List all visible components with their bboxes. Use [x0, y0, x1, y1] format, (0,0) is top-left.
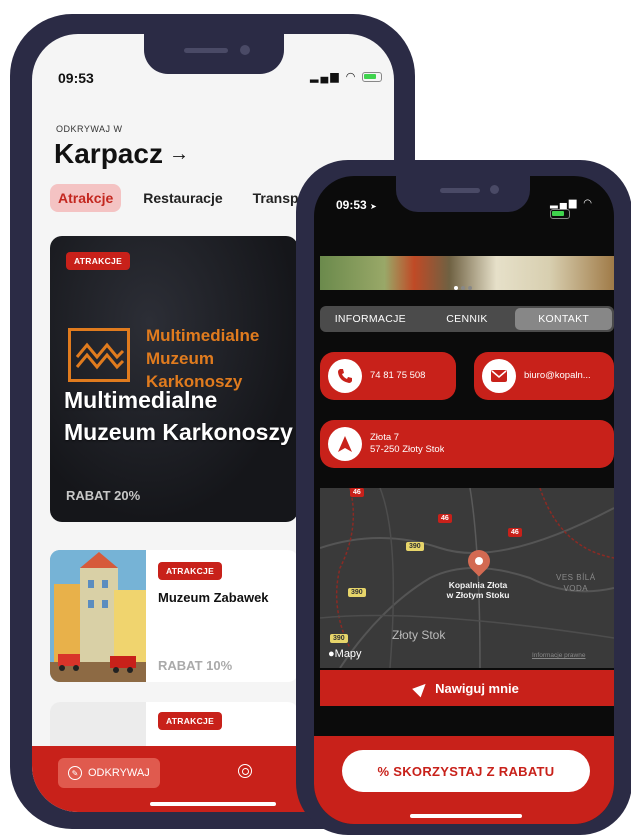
- list-item-discount: RABAT 10%: [158, 658, 233, 673]
- poi-line1: Kopalnia Złota: [448, 580, 508, 590]
- compass-icon: ✎: [68, 766, 82, 780]
- phone-number: 74 81 75 508: [370, 370, 426, 381]
- phone-contact-button[interactable]: 74 81 75 508: [320, 352, 456, 400]
- bottom-action-bar: % SKORZYSTAJ Z RABATU: [314, 736, 614, 824]
- map-view[interactable]: 46 46 46 390 390 390 Kopalnia Złota w Zł…: [320, 488, 614, 668]
- camera: [240, 45, 250, 55]
- region-line1: VES BÍLÁ: [556, 573, 596, 582]
- wifi-icon: ◠: [345, 71, 358, 83]
- map-region-label: VES BÍLÁ VODA: [556, 572, 596, 594]
- navigation-arrow-icon: [412, 679, 430, 697]
- maps-brand-text: Mapy: [334, 648, 362, 660]
- maps-logo: ●Mapy: [328, 648, 362, 660]
- map-poi-label: Kopalnia Złota w Złotym Stoku: [428, 580, 528, 600]
- city-selector[interactable]: Karpacz →: [54, 138, 189, 170]
- tab-restauracje[interactable]: Restauracje: [135, 184, 230, 212]
- category-badge: ATRAKCJE: [158, 712, 223, 730]
- explore-label: ODKRYWAJ W: [56, 124, 123, 134]
- arrow-right-icon: →: [168, 142, 189, 165]
- gallery-pager: [454, 286, 475, 290]
- category-badge: ATRAKCJE: [158, 562, 223, 580]
- status-time-text: 09:53: [336, 198, 367, 212]
- speaker: [440, 188, 480, 193]
- road-shield: 46: [508, 528, 522, 537]
- pager-dot: [468, 286, 472, 290]
- camera: [490, 185, 499, 194]
- hero-title: Multimedialne Muzeum Karkonoszy: [64, 387, 293, 445]
- wifi-icon: ◠: [583, 198, 594, 209]
- email-contact-button[interactable]: biuro@kopaln...: [474, 352, 614, 400]
- address-line2: 57-250 Złoty Stok: [370, 444, 445, 455]
- category-badge: ATRAKCJE: [66, 252, 131, 270]
- navigate-label: Nawiguj mnie: [435, 680, 519, 696]
- status-icons: ▂▄▆ ◠: [310, 70, 383, 83]
- signal-icon: ▂▄▆: [310, 71, 341, 83]
- location-icon: ➤: [370, 202, 377, 211]
- status-icons: ▂▄▆ ◠: [550, 198, 614, 220]
- apple-icon: ●: [328, 648, 335, 660]
- list-item-title: Muzeum Zabawek: [158, 590, 269, 605]
- speaker: [184, 48, 228, 53]
- road-shield: 46: [350, 488, 364, 497]
- phone-front-screen: 09:53 ➤ ▂▄▆ ◠ INFORMACJE CENNIK KONTAKT …: [314, 176, 614, 824]
- navigate-button[interactable]: Nawiguj mnie: [320, 670, 614, 706]
- address-button[interactable]: Złota 7 57-250 Złoty Stok: [320, 420, 614, 468]
- map-legal-link[interactable]: Informacje prawne: [532, 652, 585, 659]
- pager-dot: [461, 286, 465, 290]
- signal-icon: ▂▄▆: [550, 198, 579, 209]
- road-shield: 390: [330, 634, 348, 643]
- battery-icon: [550, 209, 570, 220]
- logo-text: Multimedialne Muzeum Karkonoszy: [146, 326, 260, 391]
- toy-museum-thumbnail: [50, 550, 146, 682]
- home-indicator: [410, 814, 522, 818]
- road-shield: 390: [406, 542, 424, 551]
- segment-cennik[interactable]: CENNIK: [419, 308, 516, 330]
- status-time: 09:53: [58, 70, 94, 86]
- segment-kontakt[interactable]: KONTAKT: [515, 308, 613, 330]
- photo-gallery[interactable]: [320, 256, 614, 290]
- segment-informacje[interactable]: INFORMACJE: [322, 308, 419, 330]
- hero-discount: RABAT 20%: [66, 488, 141, 503]
- phone-front-frame: 09:53 ➤ ▂▄▆ ◠ INFORMACJE CENNIK KONTAKT …: [296, 160, 631, 835]
- address-line1: Złota 7: [370, 432, 400, 443]
- poi-line2: w Złotym Stoku: [446, 590, 510, 600]
- notch: [144, 34, 284, 74]
- use-discount-button[interactable]: % SKORZYSTAJ Z RABATU: [342, 750, 590, 792]
- road-shield: 390: [348, 588, 366, 597]
- list-item[interactable]: ATRAKCJE Muzeum Zabawek RABAT 10%: [50, 550, 298, 682]
- home-indicator: [150, 802, 276, 806]
- address: Złota 7 57-250 Złoty Stok: [370, 432, 444, 456]
- map-town-label: Złoty Stok: [392, 628, 446, 642]
- notch: [396, 176, 530, 212]
- category-tabs: Atrakcje Restauracje Transp: [50, 184, 321, 212]
- hero-card[interactable]: ATRAKCJE Multimedialne Muzeum Karkonoszy…: [50, 236, 298, 522]
- nav-explore-button[interactable]: ✎ ODKRYWAJ: [58, 758, 160, 788]
- region-line2: VODA: [563, 584, 589, 593]
- nav-explore-label: ODKRYWAJ: [88, 767, 150, 779]
- pager-dot: [454, 286, 458, 290]
- search-icon[interactable]: [238, 764, 252, 778]
- status-time: 09:53 ➤: [336, 198, 377, 212]
- tab-atrakcje[interactable]: Atrakcje: [50, 184, 122, 212]
- phone-icon: [328, 359, 362, 393]
- navigation-arrow-icon: [328, 427, 362, 461]
- email-address: biuro@kopaln...: [524, 370, 591, 381]
- mail-icon: [482, 359, 516, 393]
- museum-logo-icon: [68, 328, 130, 382]
- city-title: Karpacz: [54, 138, 163, 169]
- battery-icon: [362, 72, 383, 83]
- road-shield: 46: [438, 514, 452, 523]
- segmented-control: INFORMACJE CENNIK KONTAKT: [320, 306, 614, 332]
